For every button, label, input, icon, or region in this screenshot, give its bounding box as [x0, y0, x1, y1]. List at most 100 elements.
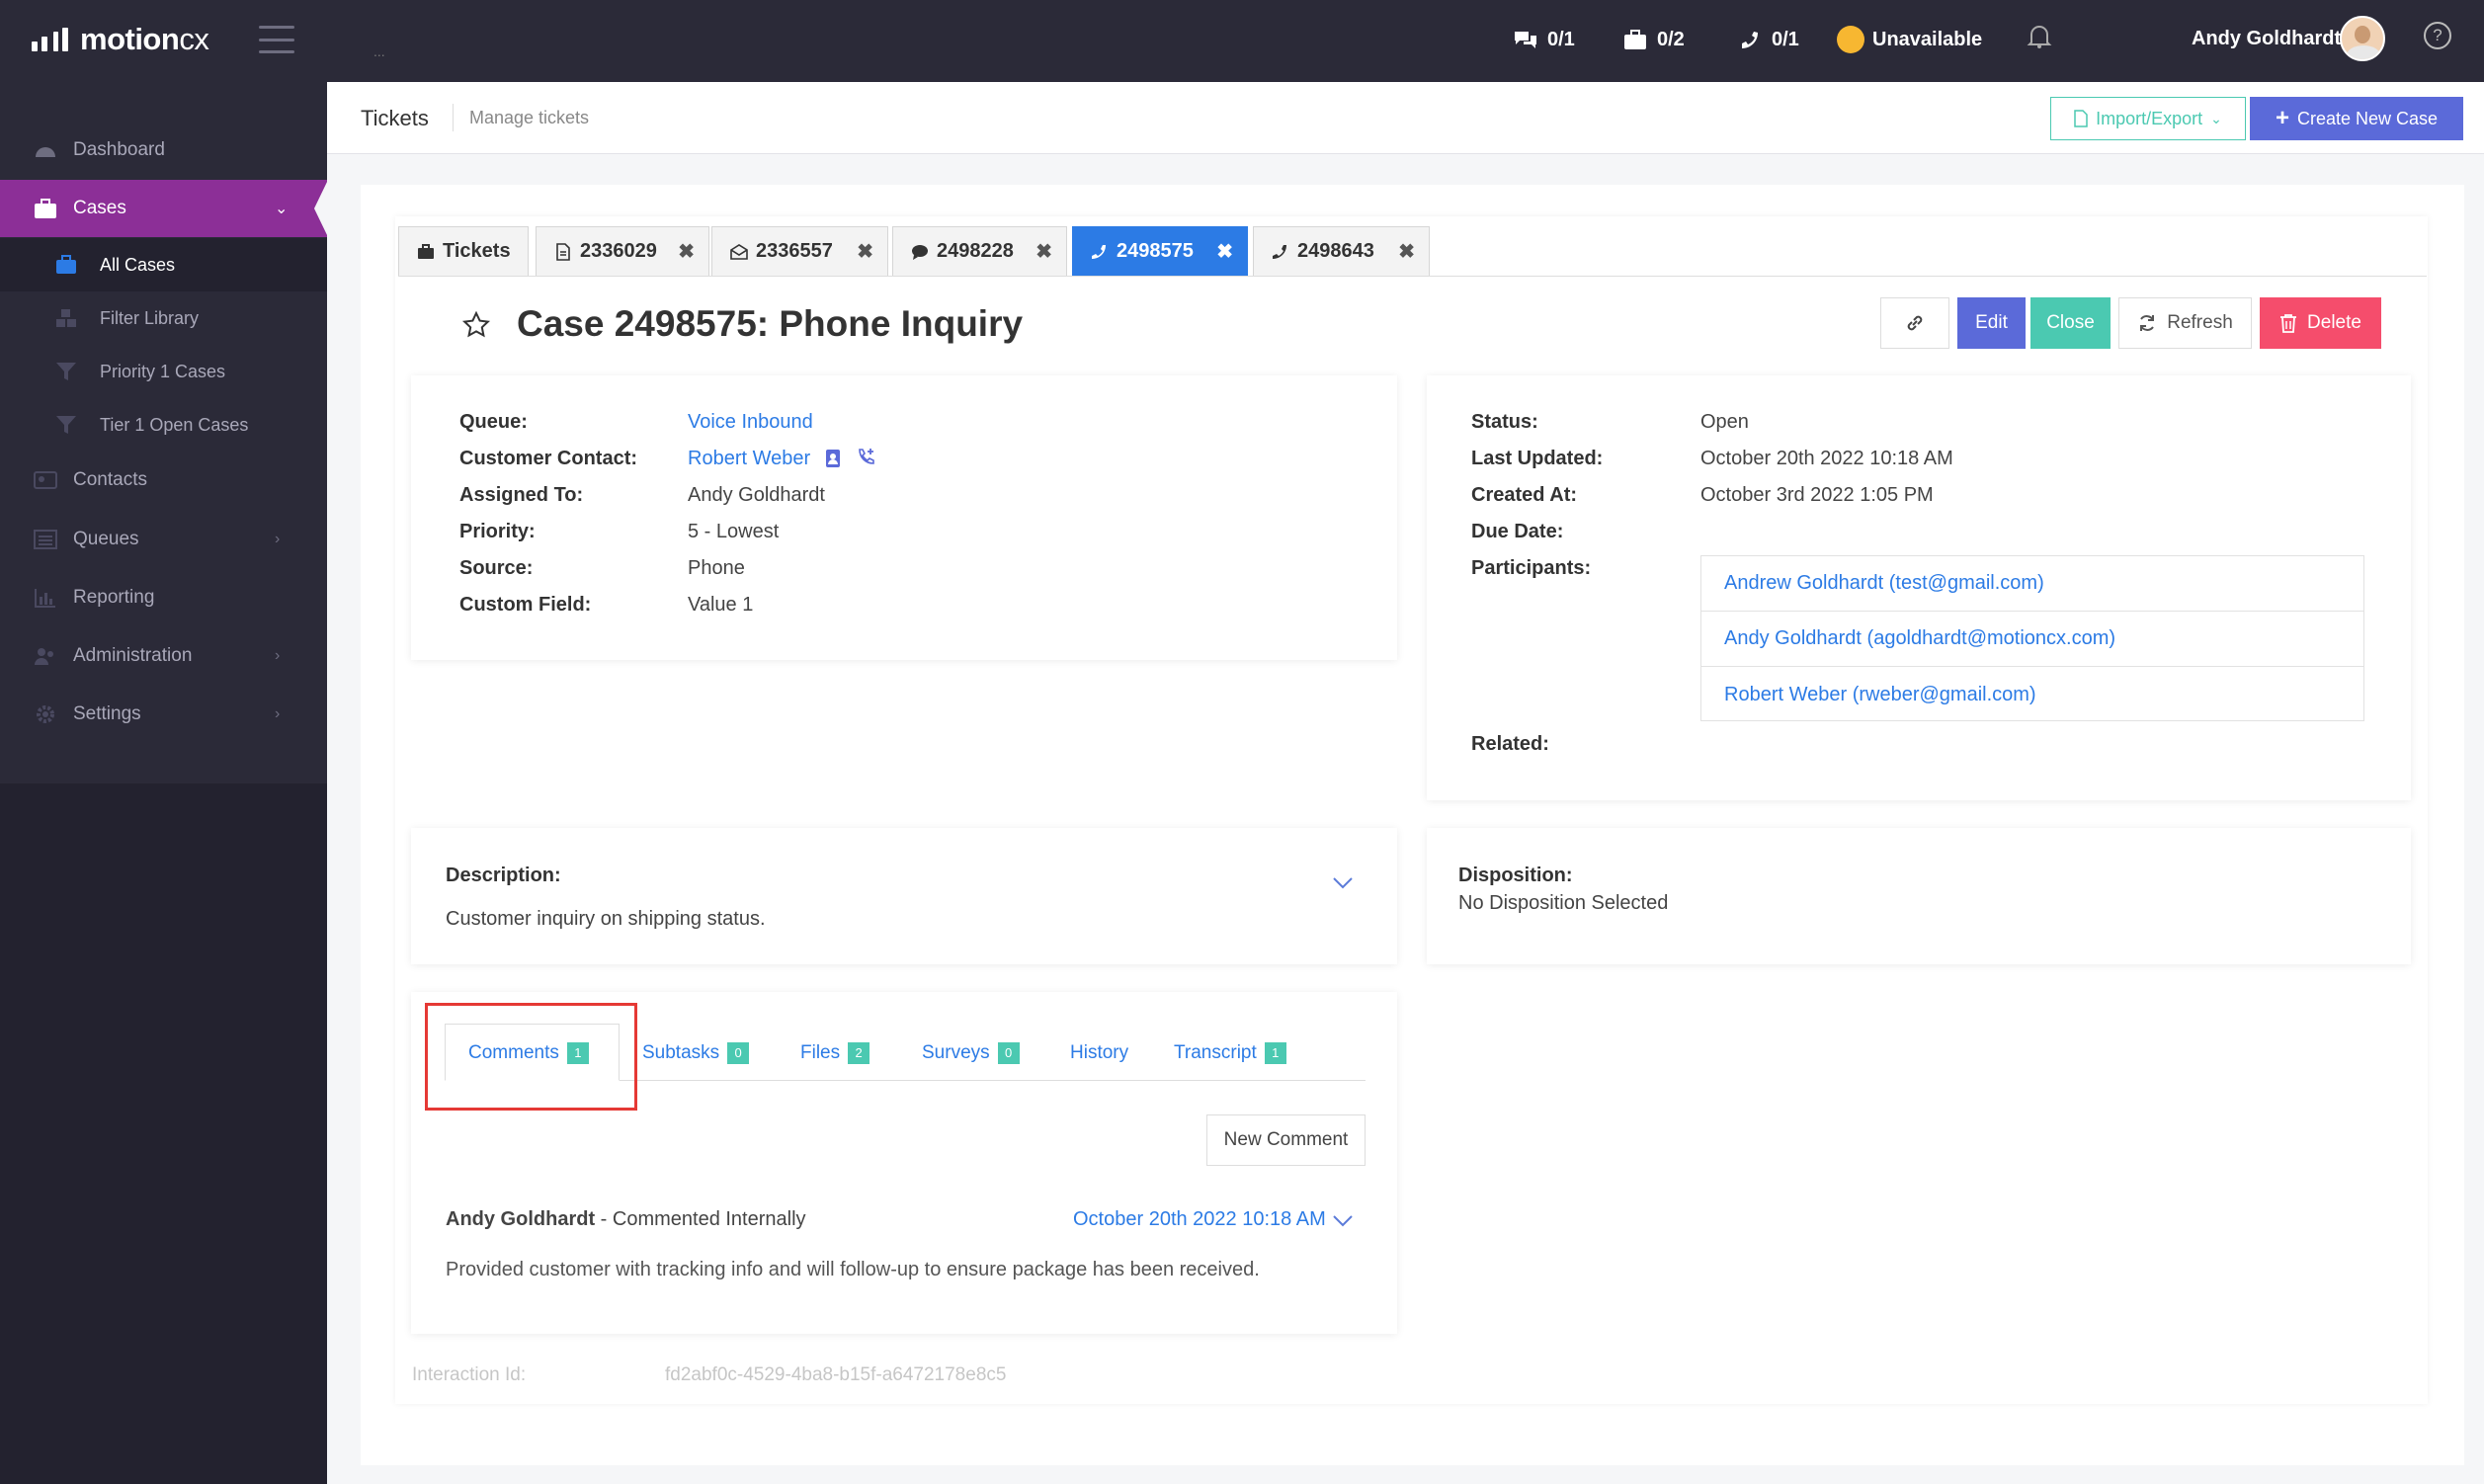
presence-status[interactable]: Unavailable [1837, 22, 1982, 57]
participant-item[interactable]: Andrew Goldhardt (test@gmail.com) [1701, 556, 2363, 612]
plus-icon: + [2275, 105, 2289, 131]
disposition-value: No Disposition Selected [1458, 892, 1669, 914]
refresh-button[interactable]: Refresh [2118, 297, 2252, 349]
help-icon[interactable]: ? [2424, 22, 2451, 49]
comment-date[interactable]: October 20th 2022 10:18 AM [1073, 1208, 1326, 1231]
tab-2498228[interactable]: 2498228 ✖ [892, 226, 1067, 276]
close-tab-icon[interactable]: ✖ [857, 239, 873, 264]
source-value: Phone [688, 557, 745, 579]
menu-toggle-icon[interactable] [259, 26, 294, 53]
chevron-down-icon[interactable] [1332, 1214, 1354, 1228]
filter-icon [56, 416, 76, 434]
files-count-badge: 2 [848, 1042, 870, 1064]
avatar[interactable] [2340, 16, 2385, 61]
close-tab-icon[interactable]: ✖ [1035, 239, 1052, 264]
custom-field-label: Custom Field: [459, 594, 592, 616]
refresh-icon [2140, 315, 2155, 331]
call-count[interactable]: 0/1 [1736, 22, 1799, 57]
page-header: Tickets Manage tickets Import/Export ⌄ +… [327, 82, 2484, 154]
phone-icon [1092, 244, 1106, 259]
sidebar-subitem-priority-1[interactable]: Priority 1 Cases [0, 345, 327, 398]
star-icon[interactable] [461, 310, 491, 340]
bell-icon[interactable] [2027, 23, 2052, 50]
subtab-history[interactable]: History [1070, 1042, 1128, 1064]
sidebar-subitem-all-cases[interactable]: All Cases [0, 238, 327, 291]
ticket-count[interactable]: 0/2 [1621, 22, 1685, 57]
edit-button[interactable]: Edit [1957, 297, 2026, 349]
trash-icon [2280, 314, 2297, 333]
chevron-down-icon[interactable] [1332, 876, 1354, 890]
app-logo[interactable]: motioncx [32, 20, 209, 59]
queue-label: Queue: [459, 411, 528, 433]
new-comment-button[interactable]: New Comment [1206, 1114, 1366, 1166]
briefcase-icon [35, 199, 56, 218]
sidebar-item-settings[interactable]: Settings › [0, 686, 327, 743]
case-title: Case 2498575: Phone Inquiry [517, 303, 1024, 344]
sidebar-lower-area [0, 783, 327, 1484]
contacts-icon [34, 471, 57, 489]
close-case-button[interactable]: Close [2030, 297, 2111, 349]
list-icon [34, 530, 57, 549]
briefcase-icon [418, 243, 434, 259]
highlight-box [425, 1003, 637, 1111]
participants-label: Participants: [1471, 557, 1592, 579]
subtasks-count-badge: 0 [727, 1042, 750, 1064]
last-updated-label: Last Updated: [1471, 448, 1604, 469]
close-tab-icon[interactable]: ✖ [1216, 239, 1233, 264]
comment-author: Andy Goldhardt [446, 1208, 596, 1230]
customer-contact-label: Customer Contact: [459, 448, 638, 469]
close-tab-icon[interactable]: ✖ [1398, 239, 1415, 264]
customer-contact-link[interactable]: Robert Weber [688, 448, 810, 470]
description-panel [411, 828, 1397, 964]
sidebar-item-cases[interactable]: Cases ⌄ [0, 180, 328, 237]
chevron-right-icon: › [275, 531, 281, 547]
sidebar-item-reporting[interactable]: Reporting [0, 569, 327, 626]
tab-tickets[interactable]: Tickets [398, 226, 529, 276]
subtab-transcript[interactable]: Transcript 1 [1174, 1042, 1286, 1064]
header-ellipsis: ... [373, 43, 385, 59]
envelope-open-icon [730, 243, 748, 260]
created-at-value: October 3rd 2022 1:05 PM [1700, 484, 1934, 506]
create-new-case-button[interactable]: + Create New Case [2250, 97, 2463, 140]
contact-card-icon[interactable] [824, 449, 842, 468]
tab-2498575[interactable]: 2498575 ✖ [1072, 226, 1248, 276]
briefcase-icon [56, 255, 76, 274]
page-title: Tickets [361, 106, 429, 130]
comment-type: - Commented Internally [595, 1208, 806, 1230]
sidebar-item-administration[interactable]: Administration › [0, 627, 327, 685]
participant-item[interactable]: Robert Weber (rweber@gmail.com) [1701, 667, 2363, 722]
sidebar-subitem-filter-library[interactable]: Filter Library [0, 291, 327, 345]
sidebar-item-queues[interactable]: Queues › [0, 511, 327, 568]
delete-button[interactable]: Delete [2260, 297, 2381, 349]
subtab-surveys[interactable]: Surveys 0 [922, 1042, 1020, 1064]
last-updated-value: October 20th 2022 10:18 AM [1700, 448, 1953, 469]
briefcase-icon [1624, 30, 1646, 49]
subtab-files[interactable]: Files 2 [800, 1042, 870, 1064]
user-name[interactable]: Andy Goldhardt [2192, 28, 2341, 50]
interaction-id-value: fd2abf0c-4529-4ba8-b15f-a6472178e8c5 [665, 1364, 1007, 1385]
phone-icon [1273, 244, 1286, 259]
tab-2336029[interactable]: 2336029 ✖ [536, 226, 709, 276]
queue-link[interactable]: Voice Inbound [688, 411, 813, 434]
tab-2336557[interactable]: 2336557 ✖ [711, 226, 888, 276]
sidebar-item-dashboard[interactable]: Dashboard [0, 122, 327, 179]
due-date-label: Due Date: [1471, 521, 1564, 542]
copy-link-button[interactable] [1880, 297, 1949, 349]
tab-divider [398, 276, 2427, 277]
tab-2498643[interactable]: 2498643 ✖ [1253, 226, 1430, 276]
close-tab-icon[interactable]: ✖ [678, 239, 695, 264]
sidebar-subitem-tier-1[interactable]: Tier 1 Open Cases [0, 398, 327, 452]
logo-text: motioncx [80, 22, 209, 56]
chat-count[interactable]: 0/1 [1512, 22, 1575, 57]
status-value: Open [1700, 411, 1749, 433]
status-label: Status: [1471, 411, 1538, 433]
subtab-subtasks[interactable]: Subtasks 0 [642, 1042, 750, 1064]
gear-icon [37, 705, 54, 723]
participant-item[interactable]: Andy Goldhardt (agoldhardt@motioncx.com) [1701, 612, 2363, 667]
dashboard-icon [36, 147, 55, 157]
filter-icon [56, 363, 76, 380]
sidebar-item-contacts[interactable]: Contacts [0, 452, 327, 509]
call-contact-icon[interactable] [856, 447, 877, 468]
chevron-down-icon: ⌄ [275, 201, 289, 217]
import-export-button[interactable]: Import/Export ⌄ [2050, 97, 2246, 140]
